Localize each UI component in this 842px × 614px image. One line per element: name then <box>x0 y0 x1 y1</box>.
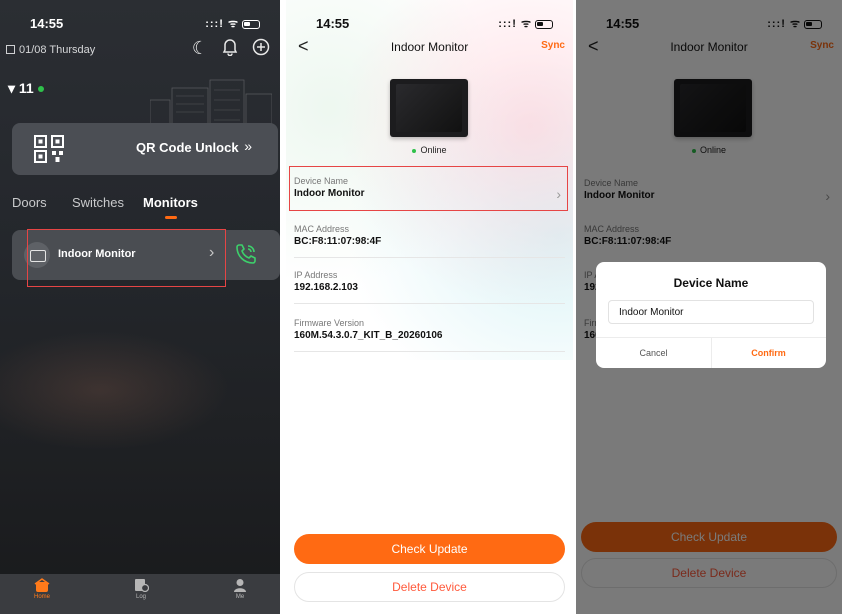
page-title: Indoor Monitor <box>390 40 469 54</box>
building-illustration <box>150 79 272 128</box>
device-name: Indoor Monitor <box>58 248 136 260</box>
device-name-dialog: Device Name Indoor Monitor Cancel Confir… <box>596 262 826 368</box>
monitor-icon <box>24 242 50 268</box>
mac-address-label: MAC Address <box>294 224 350 234</box>
status-bar: 14:55 :::! ᯤ <box>286 12 573 34</box>
device-name-row[interactable]: Device Name Indoor Monitor › <box>294 176 565 208</box>
mac-address-value: BC:F8:11:07:98:4F <box>294 236 382 247</box>
device-name-label: Device Name <box>294 176 349 186</box>
status-icons: :::! ᯤ <box>205 16 260 31</box>
nav-bar: < Indoor Monitor Sync <box>286 36 573 58</box>
date-label: 01/08 Thursday <box>6 44 95 56</box>
confirm-button[interactable]: Confirm <box>711 348 826 358</box>
online-status: Online <box>286 145 573 155</box>
chevron-right-icon: › <box>556 186 561 202</box>
tab-me[interactable]: Me <box>220 578 260 600</box>
chevron-right-icon[interactable]: › <box>209 244 214 262</box>
location-selector[interactable]: ▾ 11 <box>8 80 44 97</box>
tab-doors[interactable]: Doors <box>12 195 47 210</box>
mac-address-row: MAC Address BC:F8:11:07:98:4F <box>294 224 565 258</box>
battery-icon <box>242 19 260 29</box>
divider <box>294 303 565 304</box>
signal-wifi-icon: :::! ᯤ <box>205 18 239 30</box>
device-row-indoor-monitor[interactable]: Indoor Monitor › <box>12 230 280 280</box>
home-icon <box>34 578 50 592</box>
qr-code-unlock-label: QR Code Unlock <box>136 140 239 155</box>
device-detail-screen: 14:55 :::! ᯤ < Indoor Monitor Sync Onlin… <box>286 0 573 614</box>
ip-address-value: 192.168.2.103 <box>294 282 358 293</box>
tab-switches[interactable]: Switches <box>72 195 124 210</box>
firmware-version-label: Firmware Version <box>294 318 365 328</box>
background-glow <box>0 330 230 450</box>
active-tab-indicator <box>165 216 177 219</box>
qr-code-unlock-card[interactable]: QR Code Unlock » <box>12 123 278 175</box>
log-icon <box>135 579 149 592</box>
firmware-version-value: 160M.54.3.0.7_KIT_B_20260106 <box>294 330 443 341</box>
online-dot <box>37 86 44 93</box>
delete-device-button[interactable]: Delete Device <box>294 572 565 602</box>
divider <box>294 257 565 258</box>
call-icon[interactable] <box>234 242 258 266</box>
battery-icon <box>535 19 553 29</box>
device-name-input[interactable]: Indoor Monitor <box>608 300 814 324</box>
moon-icon[interactable]: ☾ <box>192 38 208 61</box>
cancel-button[interactable]: Cancel <box>596 348 711 358</box>
calendar-icon <box>6 45 15 54</box>
device-tabs: Doors Switches Monitors <box>0 195 280 225</box>
tab-monitors[interactable]: Monitors <box>143 195 198 210</box>
bell-icon[interactable] <box>222 38 238 61</box>
monitor-device-image <box>390 79 468 137</box>
status-bar: 14:55 :::! ᯤ <box>0 12 280 34</box>
check-update-button[interactable]: Check Update <box>294 534 565 564</box>
device-name-value: Indoor Monitor <box>294 188 365 199</box>
signal-wifi-icon: :::! ᯤ <box>498 18 532 30</box>
dialog-title: Device Name <box>673 276 749 290</box>
ip-address-label: IP Address <box>294 270 338 280</box>
status-icons: :::! ᯤ <box>498 16 553 31</box>
profile-icon <box>234 579 246 592</box>
header-actions: ☾ <box>192 38 270 61</box>
qr-code-icon <box>34 135 64 163</box>
firmware-version-row: Firmware Version 160M.54.3.0.7_KIT_B_202… <box>294 318 565 352</box>
tab-log[interactable]: Log <box>121 578 161 600</box>
bottom-tab-bar: Home Log Me <box>0 574 280 614</box>
rename-dialog-screen: 14:55 :::! ᯤ < Indoor Monitor Sync Onlin… <box>576 0 842 614</box>
tab-home[interactable]: Home <box>22 578 62 600</box>
ip-address-row: IP Address 192.168.2.103 <box>294 270 565 304</box>
home-screen: 14:55 :::! ᯤ 01/08 Thursday ☾ ▾ 11 QR Co… <box>0 0 280 614</box>
status-time: 14:55 <box>316 16 350 31</box>
double-chevron-right-icon: » <box>244 138 252 154</box>
screenshot-stage: 14:55 :::! ᯤ 01/08 Thursday ☾ ▾ 11 QR Co… <box>0 0 842 614</box>
divider <box>294 351 565 352</box>
online-dot <box>412 148 417 153</box>
sync-button[interactable]: Sync <box>541 40 565 51</box>
status-time: 14:55 <box>30 16 64 31</box>
add-icon[interactable] <box>252 38 270 61</box>
